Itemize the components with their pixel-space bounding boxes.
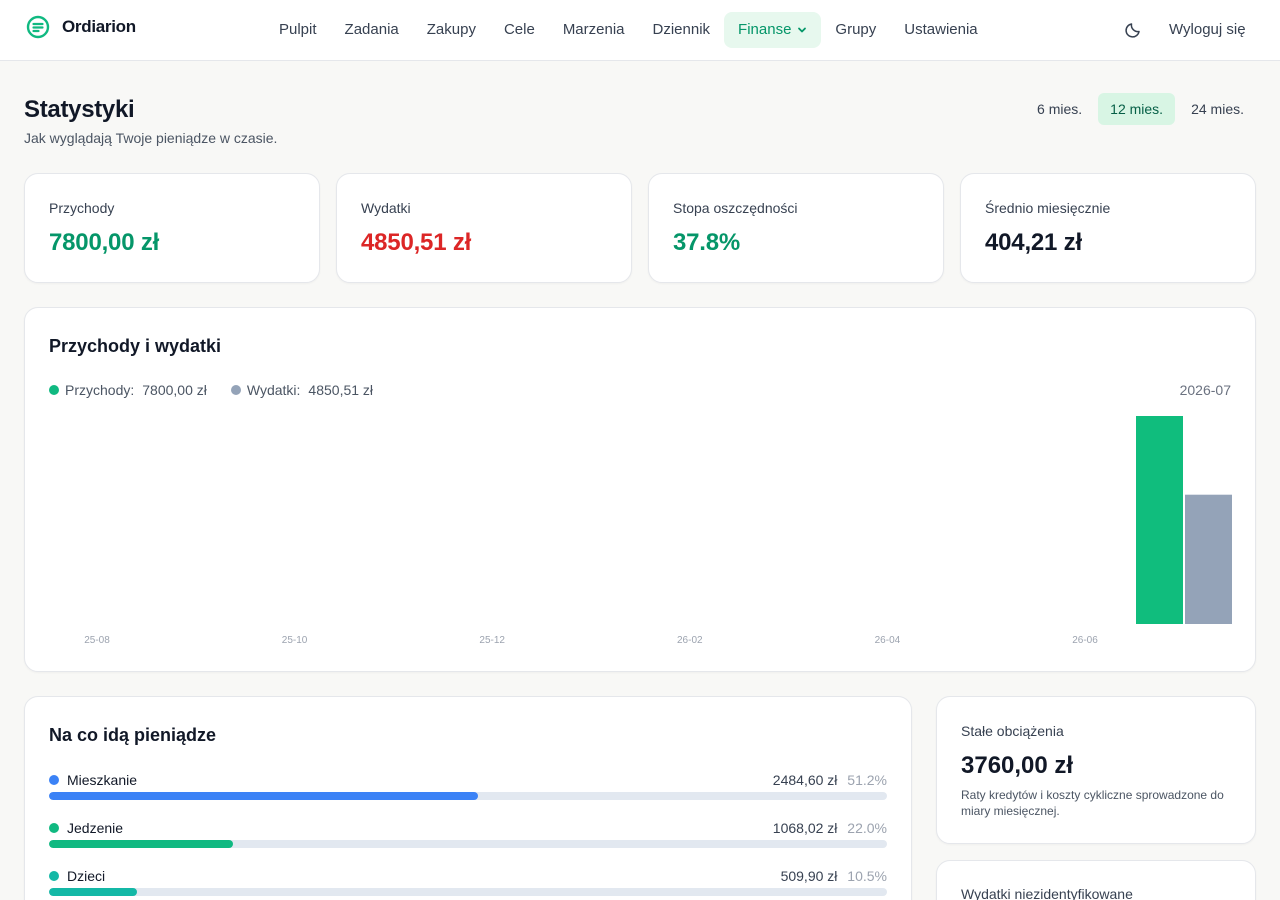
app-name: Ordiarion [62,17,136,36]
page-title: Statystyki [24,96,135,123]
logout-button[interactable]: Wyloguj się [1169,21,1246,38]
fixed-costs-label: Stałe obciążenia [961,723,1064,739]
stat-label: Przychody [49,200,115,216]
stat-label: Stopa oszczędności [673,200,798,216]
category-percent: 51.2% [847,772,887,788]
nav-item-ustawienia[interactable]: Ustawienia [890,12,991,48]
x-tick-label: 26-06 [1072,635,1098,646]
income-expenses-bar-chart[interactable]: 25-08 25-10 25-12 26-02 26-04 26-06 [25,308,1255,671]
categories-title: Na co idą pieniądze [49,725,217,745]
stat-card-monthly-average: Średnio miesięcznie 404,21 zł [960,173,1256,283]
chevron-down-icon [798,27,807,33]
category-bar-track [49,888,887,896]
category-name: Jedzenie [49,820,123,836]
moon-icon[interactable] [1124,21,1142,39]
category-label: Mieszkanie [67,772,138,788]
stat-value: 7800,00 zł [49,229,160,256]
bar-przychody-26-07[interactable] [1136,416,1183,624]
category-percent: 22.0% [847,820,887,836]
main-nav: Pulpit Zadania Zakupy Cele Marzenia Dzie… [265,12,992,48]
x-tick-label: 25-12 [479,635,505,646]
category-dot [49,871,59,881]
x-tick-label: 26-04 [875,635,901,646]
unidentified-expenses-card: Wydatki niezidentyfikowane [936,860,1256,900]
nav-item-pulpit[interactable]: Pulpit [265,12,331,48]
page-subtitle: Jak wyglądają Twoje pieniądze w czasie. [24,130,278,146]
category-percent: 10.5% [847,868,887,884]
category-amount: 1068,02 zł 22.0% [773,820,887,836]
bar-wydatki-26-07[interactable] [1185,494,1232,624]
x-tick-label: 25-08 [84,635,110,646]
nav-item-grupy[interactable]: Grupy [821,12,890,48]
period-12-months[interactable]: 12 mies. [1098,93,1176,125]
category-amount-value: 1068,02 zł [772,820,838,836]
period-24-months[interactable]: 24 mies. [1179,93,1256,125]
fixed-costs-description: Raty kredytów i koszty cykliczne sprowad… [961,788,1224,818]
x-tick-label: 25-10 [282,635,308,646]
nav-item-finanse[interactable]: Finanse [724,12,822,48]
period-6-months[interactable]: 6 mies. [1025,93,1094,125]
category-dot [49,823,59,833]
nav-item-finanse-label: Finanse [738,21,792,38]
category-bar-track [49,792,887,800]
nav-item-marzenia[interactable]: Marzenia [549,12,639,48]
category-bar-fill [49,888,137,896]
stat-value: 404,21 zł [985,229,1082,256]
category-amount: 2484,60 zł 51.2% [773,772,887,788]
stat-value: 4850,51 zł [361,229,472,256]
top-navigation-bar: Ordiarion Pulpit Zadania Zakupy Cele Mar… [0,0,1280,61]
x-tick-label: 26-02 [677,635,703,646]
income-expenses-chart-card: Przychody i wydatki Przychody: 7800,00 z… [24,307,1256,672]
stat-label: Wydatki [361,200,411,216]
period-selector: 6 mies. 12 mies. 24 mies. [1025,93,1256,125]
category-amount: 509,90 zł 10.5% [781,868,887,884]
app-logo[interactable]: Ordiarion [26,15,136,39]
category-bar-fill [49,840,234,848]
category-dot [49,775,59,785]
category-label: Jedzenie [67,820,124,836]
category-row-mieszkanie: Mieszkanie 2484,60 zł 51.2% [49,772,887,812]
stat-label: Średnio miesięcznie [985,200,1111,216]
stat-card-savings-rate: Stopa oszczędności 37.8% [648,173,944,283]
fixed-costs-card: Stałe obciążenia 3760,00 zł Raty kredytó… [936,696,1256,844]
fixed-costs-value: 3760,00 zł [961,752,1074,779]
category-name: Dzieci [49,868,105,884]
stat-card-income: Przychody 7800,00 zł [24,173,320,283]
spending-categories-card: Na co idą pieniądze Mieszkanie 2484,60 z… [24,696,912,900]
category-bar-track [49,840,887,848]
logo-icon [26,15,50,39]
category-bar-fill [49,792,479,800]
category-amount-value: 509,90 zł [780,868,838,884]
nav-item-cele[interactable]: Cele [490,12,549,48]
category-row-dzieci: Dzieci 509,90 zł 10.5% [49,868,887,900]
unidentified-expenses-label: Wydatki niezidentyfikowane [961,886,1133,900]
category-row-jedzenie: Jedzenie 1068,02 zł 22.0% [49,820,887,860]
nav-item-zadania[interactable]: Zadania [331,12,413,48]
nav-item-zakupy[interactable]: Zakupy [413,12,490,48]
stat-card-expenses: Wydatki 4850,51 zł [336,173,632,283]
stat-value: 37.8% [673,229,741,256]
category-amount-value: 2484,60 zł [772,772,838,788]
category-name: Mieszkanie [49,772,137,788]
nav-item-dziennik[interactable]: Dziennik [639,12,725,48]
category-label: Dzieci [67,868,106,884]
